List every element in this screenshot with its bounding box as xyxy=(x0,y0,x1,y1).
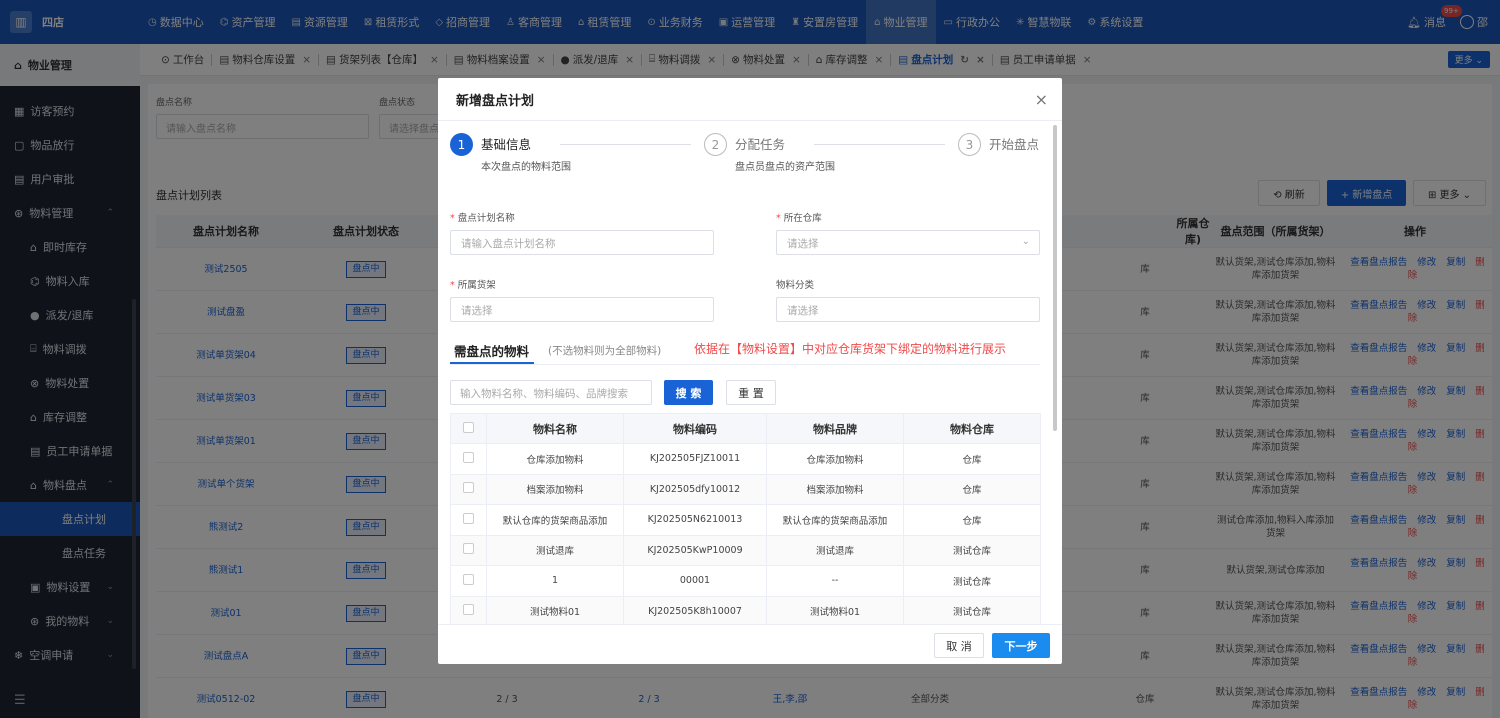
table-row[interactable]: 1 00001 -- 测试仓库 xyxy=(450,565,1041,597)
table-cell: KJ202505K8h10007 xyxy=(623,595,767,624)
material-table-header: 物料名称 物料编码 物料品牌 物料仓库 xyxy=(450,413,1041,444)
row-checkbox[interactable] xyxy=(463,451,474,463)
step-description: 本次盘点的物料范围 xyxy=(481,162,571,173)
table-cell: KJ202505dfy10012 xyxy=(623,473,767,505)
checkbox-cell xyxy=(450,473,487,505)
warehouse-label: * 所在仓库 xyxy=(776,213,822,224)
dialog-scrollbar[interactable] xyxy=(1053,125,1057,431)
step-start-inventory: 3 开始盘点 xyxy=(958,133,1039,156)
checkbox-cell xyxy=(450,443,487,475)
step-description: 盘点员盘点的资产范围 xyxy=(735,162,835,173)
chevron-down-icon: ⌄ xyxy=(1021,236,1030,247)
table-cell: 测试仓库 xyxy=(903,534,1041,566)
table-cell: 档案添加物料 xyxy=(486,473,624,505)
close-icon[interactable]: × xyxy=(1035,90,1048,109)
table-cell: 仓库 xyxy=(903,504,1041,536)
row-checkbox[interactable] xyxy=(463,482,474,494)
table-cell: 1 xyxy=(486,565,624,597)
table-cell: 测试物料01 xyxy=(486,595,624,624)
step-assign-tasks: 2 分配任务 盘点员盘点的资产范围 xyxy=(704,133,835,173)
warehouse-select[interactable]: 请选择 ⌄ xyxy=(776,230,1040,255)
table-row[interactable]: 仓库添加物料 KJ202505FJZ10011 仓库添加物料 仓库 xyxy=(450,443,1041,475)
row-checkbox[interactable] xyxy=(463,512,474,524)
table-cell: KJ202505FJZ10011 xyxy=(623,443,767,475)
table-cell: 00001 xyxy=(623,565,767,597)
table-cell: -- xyxy=(766,565,904,597)
column-header: 物料仓库 xyxy=(903,413,1041,444)
category-label: 物料分类 xyxy=(776,280,815,291)
checkbox-cell xyxy=(450,534,487,566)
dialog-title: 新增盘点计划 xyxy=(456,93,535,109)
table-cell: 仓库添加物料 xyxy=(766,443,904,475)
table-cell: 档案添加物料 xyxy=(766,473,904,505)
step-title: 开始盘点 xyxy=(989,137,1040,152)
row-checkbox[interactable] xyxy=(463,573,474,585)
table-cell: 默认仓库的货架商品添加 xyxy=(486,504,624,536)
table-cell: KJ202505KwP10009 xyxy=(623,534,767,566)
table-cell: 测试物料01 xyxy=(766,595,904,624)
material-search-input[interactable]: 输入物料名称、物料编码、品牌搜索 xyxy=(450,380,652,405)
plan-name-label: * 盘点计划名称 xyxy=(450,213,515,224)
shelf-select[interactable]: 请选择 xyxy=(450,297,714,322)
table-cell: 测试仓库 xyxy=(903,565,1041,597)
step-connector xyxy=(814,144,945,145)
plan-name-input[interactable]: 请输入盘点计划名称 xyxy=(450,230,714,255)
column-header: 物料编码 xyxy=(623,413,767,444)
steps-indicator: 1 基础信息 本次盘点的物料范围 2 分配任务 盘点员盘点的资产范围 3 开始盘… xyxy=(450,133,1040,183)
dialog-footer: 取 消 下一步 xyxy=(438,624,1062,664)
dialog-header: 新增盘点计划 × xyxy=(438,78,1062,121)
table-cell: KJ202505N6210013 xyxy=(623,504,767,536)
table-cell: 测试退库 xyxy=(486,534,624,566)
section-subtitle: (不选物料则为全部物料) xyxy=(548,345,662,357)
table-cell: 测试仓库 xyxy=(903,595,1041,624)
reset-button[interactable]: 重 置 xyxy=(726,380,776,405)
category-select[interactable]: 请选择 xyxy=(776,297,1040,322)
row-checkbox[interactable] xyxy=(463,604,474,616)
dialog-body: * 盘点计划名称 请输入盘点计划名称 * 所在仓库 请选择 ⌄ * 所属货架 请选择 物… xyxy=(438,198,1062,624)
table-cell: 测试退库 xyxy=(766,534,904,566)
table-cell: 仓库 xyxy=(903,443,1041,475)
step-basic-info: 1 基础信息 本次盘点的物料范围 xyxy=(450,133,571,173)
checkbox-cell xyxy=(450,595,487,624)
select-all-checkbox[interactable] xyxy=(463,421,474,433)
checkbox-cell xyxy=(450,565,487,597)
cancel-button[interactable]: 取 消 xyxy=(934,633,984,658)
section-note: 依据在【物料设置】中对应仓库货架下绑定的物料进行展示 xyxy=(694,342,1007,356)
table-row[interactable]: 默认仓库的货架商品添加 KJ202505N6210013 默认仓库的货架商品添加 仓库 xyxy=(450,504,1041,536)
section-title: 需盘点的物料 xyxy=(454,344,530,359)
step-number: 3 xyxy=(958,133,981,156)
table-cell: 仓库添加物料 xyxy=(486,443,624,475)
next-step-button[interactable]: 下一步 xyxy=(992,633,1050,658)
table-row[interactable]: 档案添加物料 KJ202505dfy10012 档案添加物料 仓库 xyxy=(450,473,1041,505)
table-cell: 仓库 xyxy=(903,473,1041,505)
add-plan-dialog: 新增盘点计划 × 1 基础信息 本次盘点的物料范围 2 分配任务 盘点员盘点的资… xyxy=(438,78,1062,664)
shelf-label: * 所属货架 xyxy=(450,280,496,291)
section-active-underline xyxy=(450,362,534,364)
table-row[interactable]: 测试物料01 KJ202505K8h10007 测试物料01 测试仓库 xyxy=(450,595,1041,624)
table-row[interactable]: 测试退库 KJ202505KwP10009 测试退库 测试仓库 xyxy=(450,534,1041,566)
step-connector xyxy=(560,144,691,145)
checkbox-cell xyxy=(450,504,487,536)
column-header: 物料名称 xyxy=(486,413,624,444)
material-table: 物料名称 物料编码 物料品牌 物料仓库 仓库添加物料 KJ202505FJZ10011 仓… xyxy=(450,413,1041,624)
step-number: 2 xyxy=(704,133,727,156)
column-header: 物料品牌 xyxy=(766,413,904,444)
select-all-cell xyxy=(450,413,487,444)
search-button[interactable]: 搜 索 xyxy=(664,380,713,405)
section-divider xyxy=(450,364,1040,365)
row-checkbox[interactable] xyxy=(463,543,474,555)
table-cell: 默认仓库的货架商品添加 xyxy=(766,504,904,536)
step-number: 1 xyxy=(450,133,473,156)
step-title: 基础信息 xyxy=(481,137,532,152)
